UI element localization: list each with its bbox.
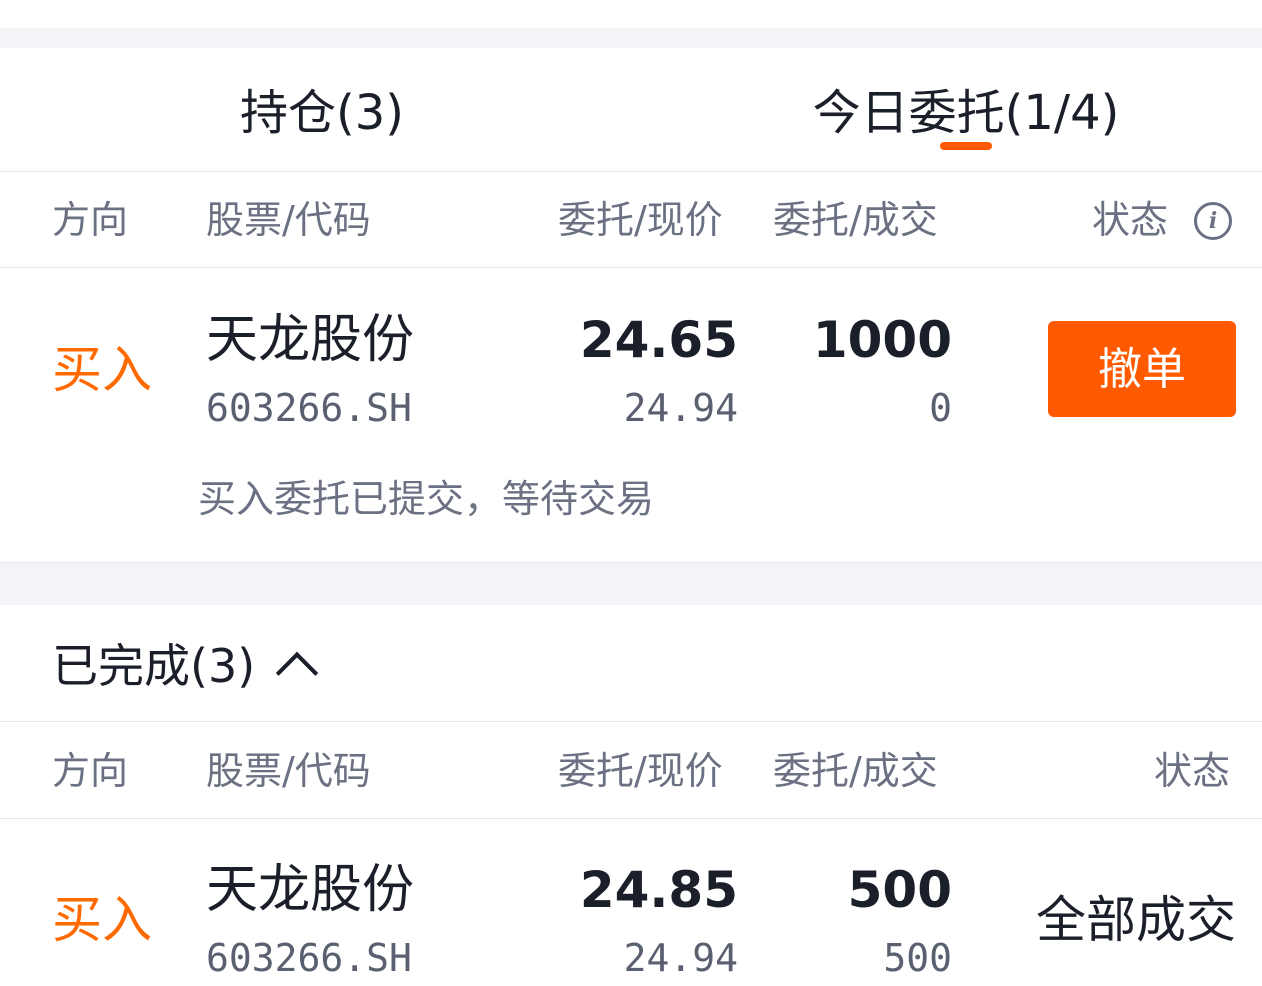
completed-status: 全部成交 xyxy=(1036,891,1236,949)
completed-header-status: 状态 xyxy=(1154,749,1231,793)
tab-holdings[interactable]: 持仓(3) xyxy=(200,78,444,148)
completed-stock-name: 天龙股份 xyxy=(206,860,415,920)
completed-current-price: 24.94 xyxy=(623,936,738,980)
header-order-filled: 委托/成交 xyxy=(773,198,938,242)
top-spacer xyxy=(0,28,1262,48)
cancel-order-button[interactable]: 撤单 xyxy=(1048,321,1236,417)
completed-header-order-filled: 委托/成交 xyxy=(773,749,938,793)
completed-section-title[interactable]: 已完成(3) xyxy=(52,636,255,696)
tab-today-orders[interactable]: 今日委托(1/4) xyxy=(800,78,1132,148)
info-icon[interactable]: i xyxy=(1194,202,1232,240)
header-direction: 方向 xyxy=(52,198,129,242)
section-gap xyxy=(0,563,1262,605)
order-direction: 买入 xyxy=(52,341,152,399)
filled-quantity: 0 xyxy=(929,386,952,430)
header-divider xyxy=(0,267,1262,268)
order-price: 24.65 xyxy=(579,311,738,369)
header-stock-code: 股票/代码 xyxy=(206,198,371,242)
completed-title-divider xyxy=(0,721,1262,722)
completed-header-divider xyxy=(0,818,1262,819)
current-price: 24.94 xyxy=(623,386,738,430)
header-order-current-price: 委托/现价 xyxy=(558,198,723,242)
completed-order-price: 24.85 xyxy=(579,861,738,919)
tabs-divider xyxy=(0,171,1262,172)
completed-order-quantity: 500 xyxy=(847,861,952,919)
stock-name: 天龙股份 xyxy=(206,310,415,370)
order-status-note: 买入委托已提交，等待交易 xyxy=(198,477,655,521)
header-status: 状态 xyxy=(1092,198,1169,242)
completed-header-stock-code: 股票/代码 xyxy=(206,749,371,793)
active-tab-indicator xyxy=(940,142,992,150)
chevron-up-icon[interactable] xyxy=(275,651,319,695)
order-quantity: 1000 xyxy=(812,311,952,369)
completed-filled-quantity: 500 xyxy=(883,936,952,980)
completed-direction: 买入 xyxy=(52,891,152,949)
completed-header-direction: 方向 xyxy=(52,749,129,793)
completed-header-order-current-price: 委托/现价 xyxy=(558,749,723,793)
completed-stock-code: 603266.SH xyxy=(206,936,412,980)
stock-code: 603266.SH xyxy=(206,386,412,430)
